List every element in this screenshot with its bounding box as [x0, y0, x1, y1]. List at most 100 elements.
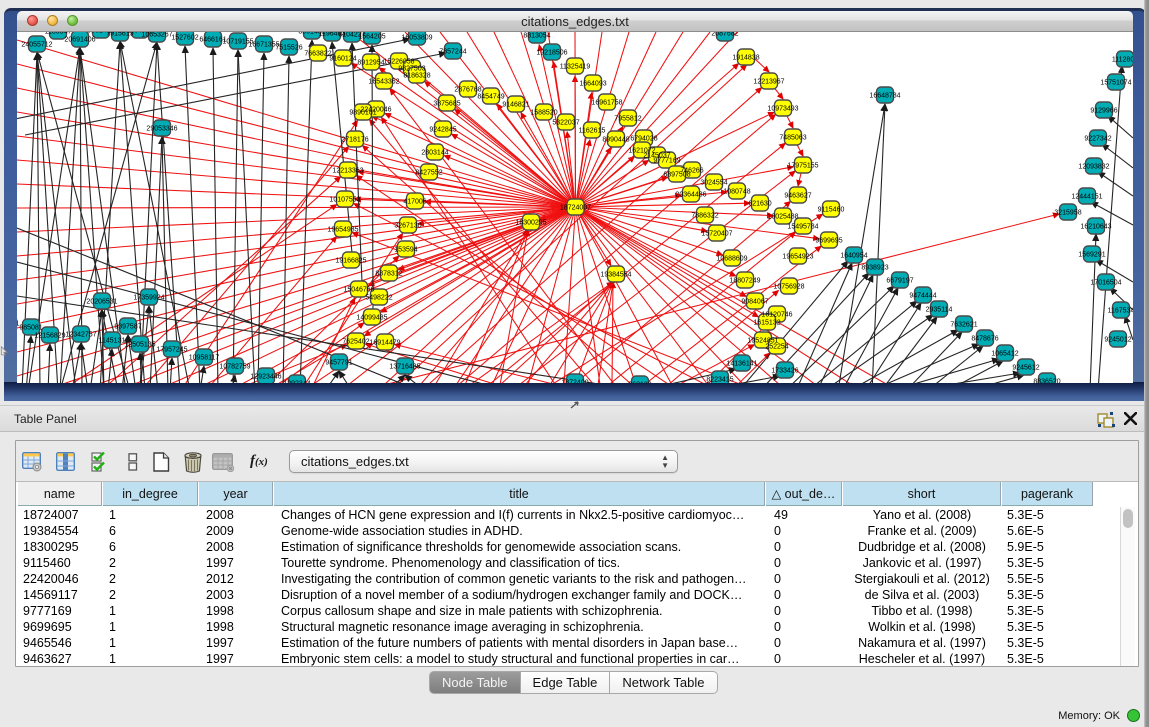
- svg-text:19654923: 19654923: [782, 254, 813, 261]
- svg-text:8478676: 8478676: [971, 336, 998, 343]
- svg-text:15226058: 15226058: [383, 59, 414, 66]
- svg-text:9129966: 9129966: [1090, 108, 1117, 115]
- svg-text:8938923: 8938923: [861, 265, 888, 272]
- svg-text:12213967: 12213967: [753, 79, 784, 86]
- svg-text:963120: 963120: [628, 382, 651, 384]
- svg-text:17359924: 17359924: [133, 295, 164, 302]
- svg-text:8836520: 8836520: [1033, 379, 1060, 384]
- svg-text:9699695: 9699695: [815, 238, 842, 245]
- svg-text:24055712: 24055712: [21, 42, 52, 49]
- svg-text:14136141: 14136141: [726, 361, 757, 368]
- svg-text:8990448: 8990448: [602, 137, 629, 144]
- svg-text:9242845: 9242845: [429, 127, 456, 134]
- svg-text:16120746: 16120746: [761, 312, 792, 319]
- svg-text:1569291: 1569291: [1078, 252, 1105, 259]
- svg-text:9245012: 9245012: [1104, 337, 1131, 344]
- svg-text:9463627: 9463627: [784, 193, 811, 200]
- svg-text:19654985: 19654985: [327, 227, 358, 234]
- svg-text:10107553: 10107553: [329, 197, 360, 204]
- svg-text:1640954: 1640954: [840, 253, 867, 260]
- svg-text:9361428: 9361428: [87, 32, 114, 35]
- svg-text:10756928: 10756928: [773, 284, 804, 291]
- svg-text:6897508: 6897508: [663, 172, 690, 179]
- svg-text:1564205: 1564205: [358, 34, 385, 41]
- svg-text:1527602: 1527602: [171, 35, 198, 42]
- svg-text:20206531: 20206531: [86, 299, 117, 306]
- svg-text:7663822: 7663822: [304, 51, 331, 58]
- svg-text:9777169: 9777169: [653, 158, 680, 165]
- svg-text:3875685: 3875685: [433, 101, 460, 108]
- svg-text:1733426: 1733426: [771, 368, 798, 375]
- svg-text:9890161: 9890161: [349, 110, 376, 117]
- svg-text:6679197: 6679197: [886, 278, 913, 285]
- svg-text:252254: 252254: [765, 344, 788, 351]
- svg-text:7955812: 7955812: [614, 116, 641, 123]
- svg-text:12213363: 12213363: [332, 168, 363, 175]
- svg-text:1080748: 1080748: [723, 189, 750, 196]
- svg-text:14099485: 14099485: [356, 315, 387, 322]
- svg-text:10688609: 10688609: [716, 256, 747, 263]
- svg-text:417006: 417006: [403, 199, 426, 206]
- svg-text:153594: 153594: [394, 247, 417, 254]
- svg-text:7625402: 7625402: [342, 339, 369, 346]
- svg-text:19166825: 19166825: [335, 258, 366, 265]
- svg-text:1167534: 1167534: [1108, 308, 1133, 315]
- svg-text:7485063: 7485063: [779, 135, 806, 142]
- svg-text:18724007: 18724007: [560, 205, 591, 212]
- svg-text:9474444: 9474444: [909, 293, 936, 300]
- svg-text:10958117: 10958117: [189, 355, 220, 362]
- svg-text:29053346: 29053346: [146, 126, 177, 133]
- svg-text:1588520: 1588520: [530, 110, 557, 117]
- svg-text:12156829: 12156829: [34, 333, 65, 340]
- svg-text:8813054: 8813054: [523, 33, 550, 40]
- svg-text:3267130: 3267130: [394, 223, 421, 230]
- svg-text:8223415: 8223415: [706, 377, 733, 384]
- svg-text:19218506: 19218506: [536, 50, 567, 57]
- svg-text:7886322: 7886322: [691, 213, 718, 220]
- svg-text:1292344: 1292344: [283, 381, 310, 384]
- svg-text:7632621: 7632621: [950, 322, 977, 329]
- svg-text:15495784: 15495784: [787, 224, 818, 231]
- svg-text:9160124: 9160124: [329, 56, 356, 63]
- svg-text:9457791: 9457791: [325, 360, 352, 367]
- svg-text:10782759: 10782759: [219, 364, 250, 371]
- svg-text:15720407: 15720407: [701, 231, 732, 238]
- svg-text:18300295: 18300295: [515, 220, 546, 227]
- svg-text:16961758: 16961758: [591, 100, 622, 107]
- svg-text:5498222: 5498222: [365, 295, 392, 302]
- svg-text:2718176: 2718176: [341, 137, 368, 144]
- svg-text:621630: 621630: [748, 201, 771, 208]
- svg-text:1914838: 1914838: [732, 55, 759, 62]
- svg-text:9397587: 9397587: [114, 324, 141, 331]
- svg-text:1112805: 1112805: [1112, 57, 1133, 64]
- svg-text:9245612: 9245612: [1012, 365, 1039, 372]
- svg-text:9115460: 9115460: [818, 207, 845, 214]
- svg-text:5322037: 5322037: [552, 120, 579, 127]
- svg-text:1065412: 1065412: [991, 351, 1018, 358]
- svg-text:9146821: 9146821: [502, 102, 529, 109]
- svg-text:1664093: 1664093: [579, 81, 606, 88]
- svg-text:1145131: 1145131: [99, 338, 126, 345]
- svg-text:16543362: 16543362: [368, 79, 399, 86]
- svg-text:13716485: 13716485: [389, 364, 420, 371]
- svg-text:11325419: 11325419: [560, 64, 591, 71]
- svg-text:17975155: 17975155: [787, 163, 818, 170]
- svg-text:8878312: 8878312: [375, 271, 402, 278]
- svg-text:8186328: 8186328: [403, 73, 430, 80]
- svg-text:1180547: 1180547: [45, 32, 72, 36]
- svg-text:2876768: 2876768: [454, 87, 481, 94]
- svg-text:20691406: 20691406: [64, 37, 95, 44]
- svg-text:17016504: 17016504: [1090, 280, 1121, 287]
- svg-text:2087682: 2087682: [711, 32, 738, 38]
- svg-text:10973493: 10973493: [767, 106, 798, 113]
- svg-text:20364486: 20364486: [675, 192, 706, 199]
- svg-text:2935114: 2935114: [926, 307, 953, 314]
- svg-text:985081: 985081: [19, 325, 42, 332]
- svg-text:12505135: 12505135: [124, 342, 155, 349]
- svg-text:15046766: 15046766: [343, 287, 374, 294]
- svg-text:15751074: 15751074: [1100, 80, 1131, 87]
- svg-text:9084067: 9084067: [741, 299, 768, 306]
- svg-text:12093832: 12093832: [1078, 164, 1109, 171]
- svg-text:16053809: 16053809: [401, 35, 432, 42]
- svg-text:3024554: 3024554: [700, 180, 727, 187]
